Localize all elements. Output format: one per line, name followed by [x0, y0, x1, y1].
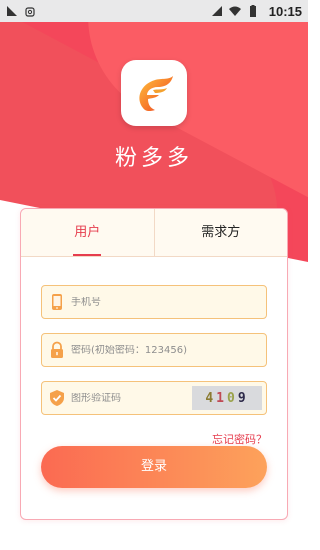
status-time: 10:15 [268, 3, 302, 19]
lock-icon [51, 341, 63, 358]
android-icon [25, 7, 35, 17]
tab-demander[interactable]: 需求方 [153, 209, 288, 256]
phone-input[interactable] [71, 296, 211, 308]
flame-f-logo-icon [139, 76, 173, 112]
password-input[interactable] [71, 344, 211, 356]
password-field[interactable] [41, 333, 267, 367]
app-logo [121, 60, 187, 126]
phone-icon [52, 294, 62, 310]
captcha-digit: 4 [205, 390, 217, 406]
signal-icon [211, 6, 222, 16]
battery-icon [249, 5, 256, 17]
login-card: 用户 需求方 4 1 0 9 忘记密码？ 登录 [20, 208, 288, 520]
role-tabs: 用户 需求方 [21, 209, 287, 257]
login-button[interactable]: 登录 [41, 446, 267, 488]
captcha-input[interactable] [71, 392, 151, 404]
captcha-field[interactable]: 4 1 0 9 [41, 381, 267, 415]
app-name: 粉多多 [114, 146, 193, 171]
tab-user[interactable]: 用户 [21, 209, 154, 256]
captcha-digit: 1 [216, 390, 227, 406]
shield-check-icon [50, 390, 64, 406]
phone-field[interactable] [41, 285, 267, 319]
captcha-digit: 9 [237, 390, 249, 406]
captcha-image[interactable]: 4 1 0 9 [192, 386, 262, 410]
forgot-password-link[interactable]: 忘记密码？ [212, 431, 267, 447]
captcha-digit: 0 [227, 390, 238, 406]
notification-icon [7, 6, 17, 16]
status-bar: 10:15 [0, 0, 308, 22]
wifi-icon [228, 6, 241, 16]
